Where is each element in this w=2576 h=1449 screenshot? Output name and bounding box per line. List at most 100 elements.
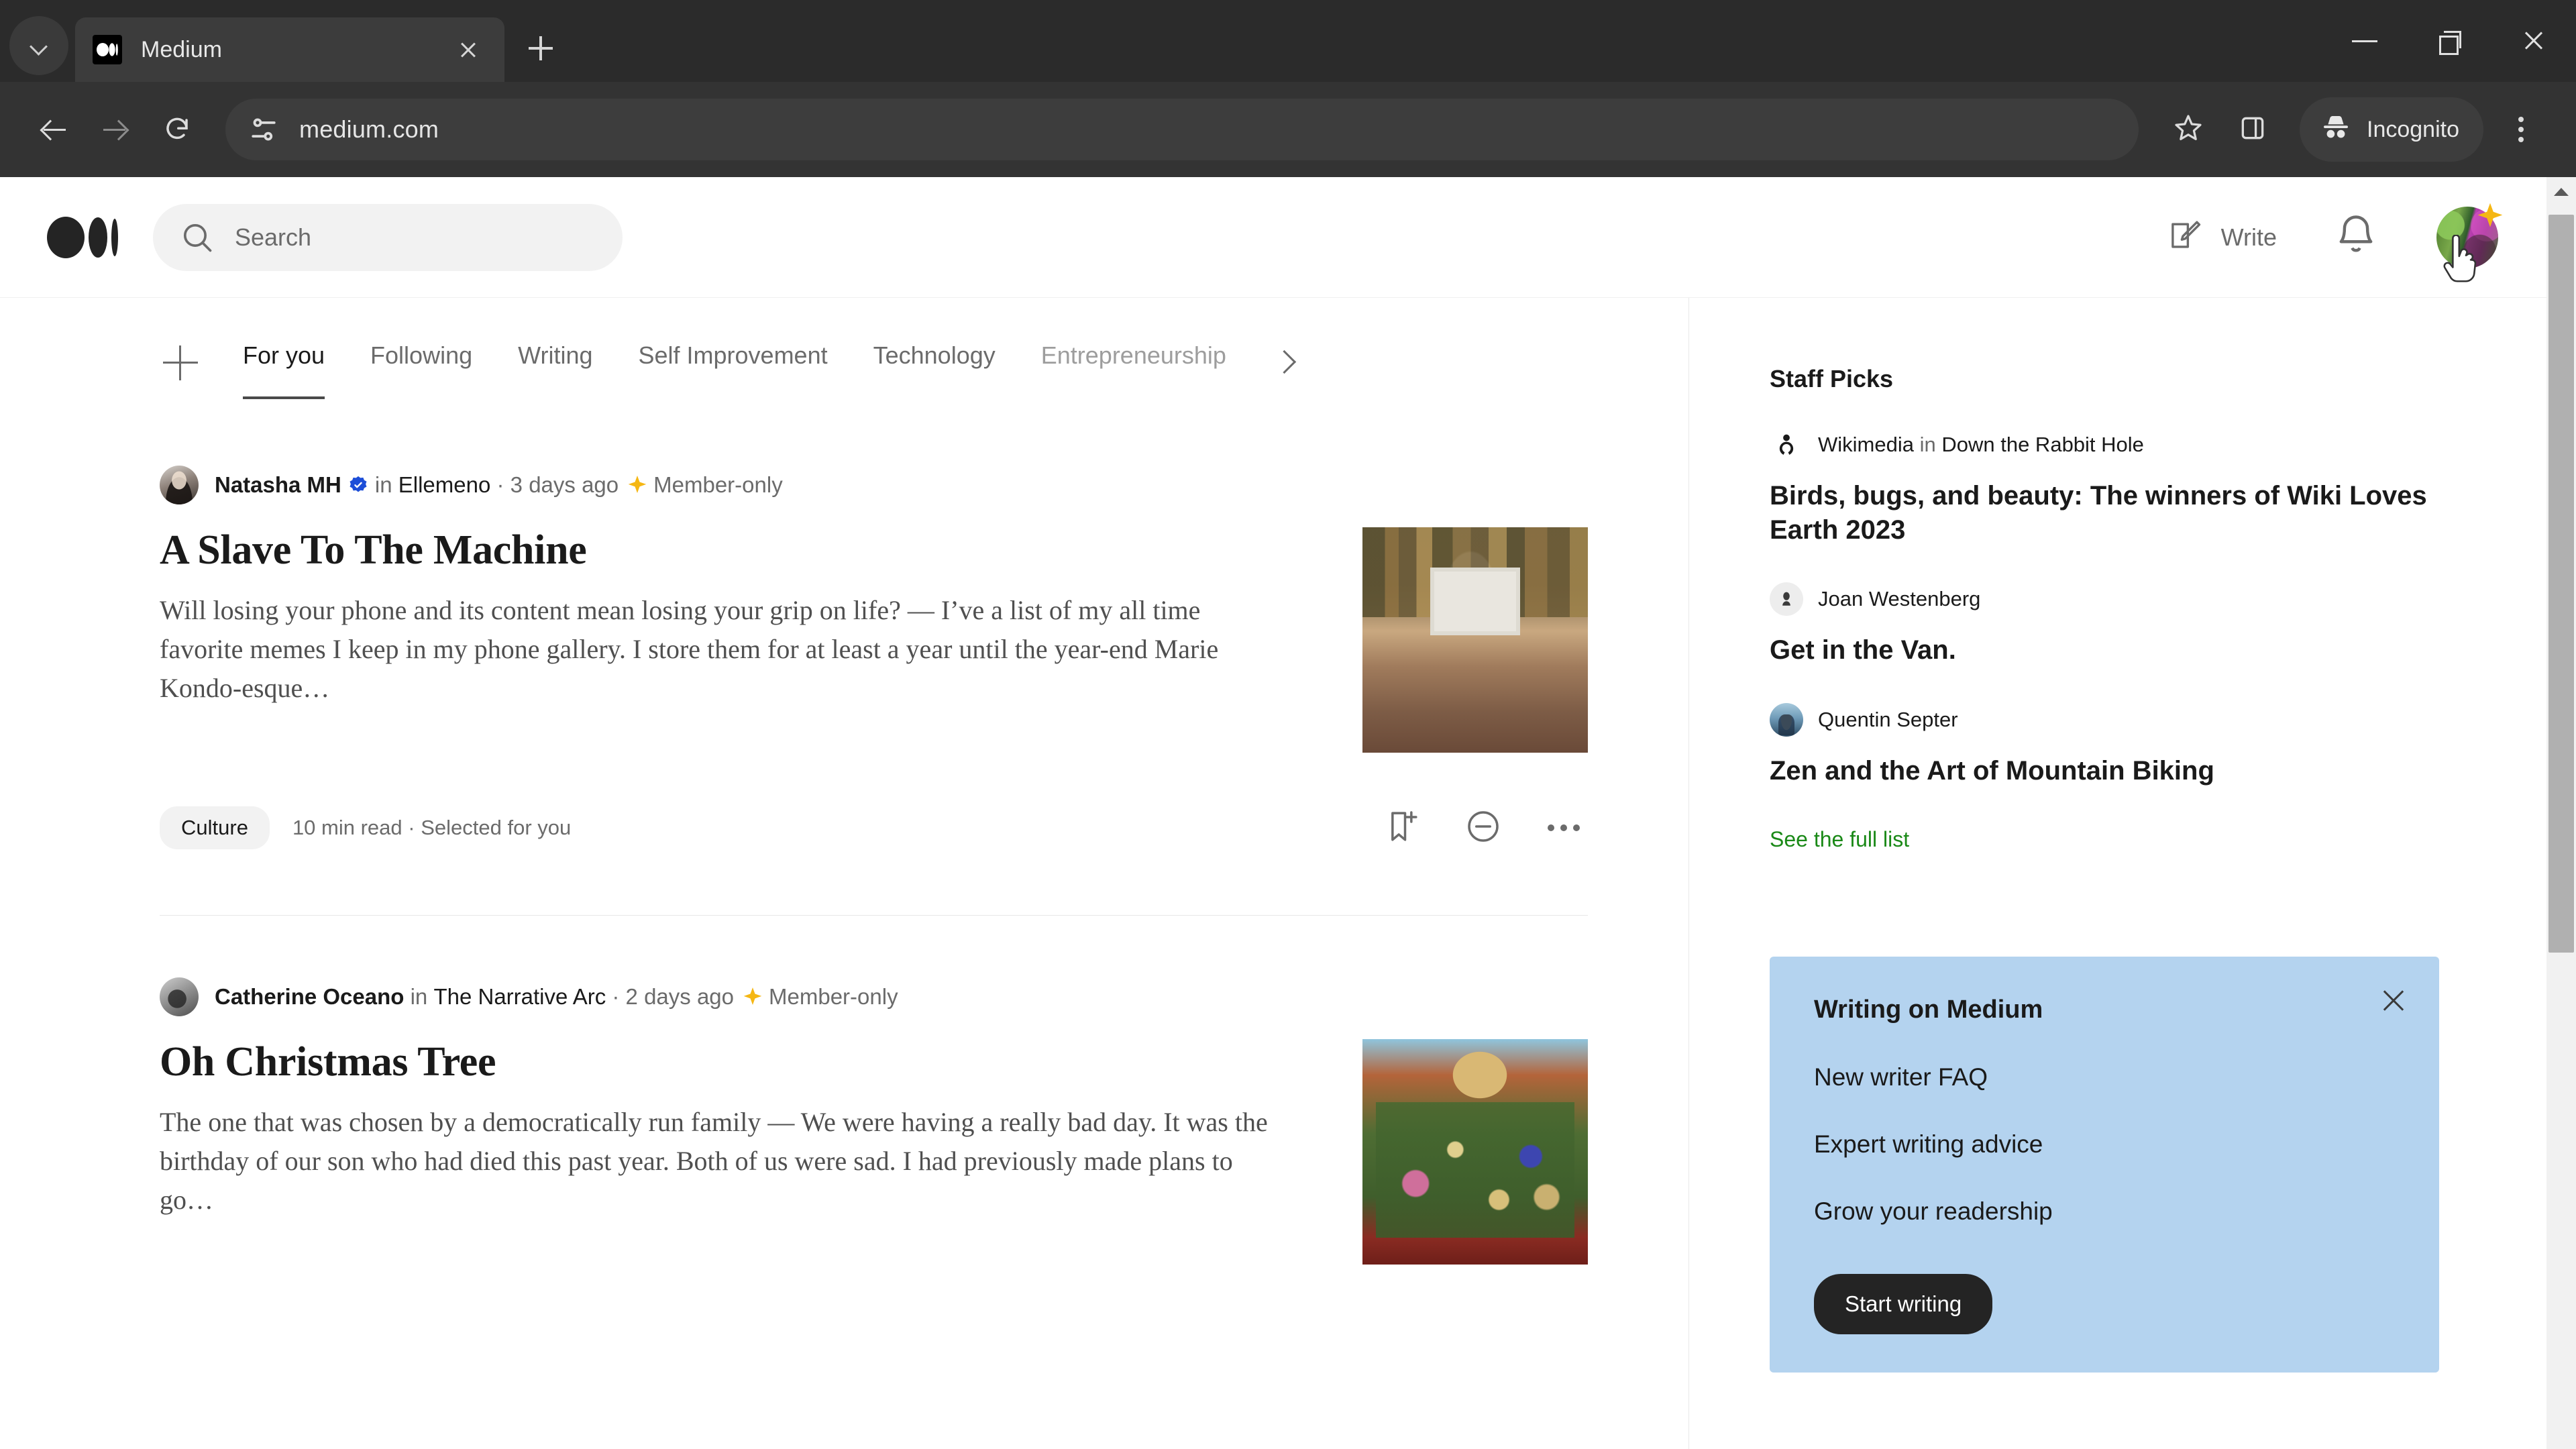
- tab-technology[interactable]: Technology: [873, 341, 996, 384]
- notifications-button[interactable]: [2330, 211, 2384, 264]
- article-excerpt: Will losing your phone and its content m…: [160, 595, 1219, 704]
- browser-tab-title: Medium: [141, 36, 222, 62]
- page-scrollbar[interactable]: [2546, 177, 2576, 1449]
- see-full-list-link[interactable]: See the full list: [1770, 827, 1909, 852]
- page-viewport: Search Write For you Following Writing S…: [0, 177, 2576, 1449]
- tune-settings-icon[interactable]: [246, 111, 282, 148]
- pick-title[interactable]: Get in the Van.: [1770, 633, 2439, 667]
- article-tag[interactable]: Culture: [160, 806, 270, 849]
- author-name[interactable]: Catherine Oceano: [215, 984, 404, 1009]
- article-text: Oh Christmas Tree The one that was chose…: [160, 1039, 1362, 1265]
- reload-button[interactable]: [146, 99, 208, 160]
- minus-circle-icon: [1464, 808, 1502, 849]
- member-star-icon: [627, 474, 648, 496]
- page-scroll-area: For you Following Writing Self Improveme…: [0, 298, 2546, 1449]
- user-avatar-button[interactable]: [2436, 203, 2503, 282]
- hide-story-button[interactable]: [1459, 804, 1507, 852]
- incognito-indicator[interactable]: Incognito: [2300, 97, 2483, 162]
- start-writing-button[interactable]: Start writing: [1814, 1273, 1993, 1334]
- forward-button[interactable]: [85, 99, 146, 160]
- back-button[interactable]: [23, 99, 85, 160]
- member-only-label: Member-only: [769, 984, 898, 1009]
- article-excerpt: The one that was chosen by a democratica…: [160, 1107, 1268, 1216]
- pick-author[interactable]: Wikimedia: [1818, 433, 1914, 456]
- staff-pick-item[interactable]: Wikimedia in Down the Rabbit Hole Birds,…: [1770, 428, 2439, 547]
- author-avatar[interactable]: [160, 977, 199, 1016]
- pick-title[interactable]: Zen and the Art of Mountain Biking: [1770, 754, 2439, 788]
- author-name[interactable]: Natasha MH: [215, 472, 341, 497]
- joan-avatar[interactable]: [1770, 582, 1803, 616]
- article-text: A Slave To The Machine Will losing your …: [160, 527, 1362, 753]
- publication-name[interactable]: Ellemeno: [398, 472, 491, 497]
- new-tab-button[interactable]: [517, 24, 565, 72]
- close-icon[interactable]: [2377, 985, 2410, 1017]
- reload-icon: [163, 115, 191, 144]
- search-placeholder: Search: [235, 223, 312, 251]
- feed-tabs: For you Following Writing Self Improveme…: [160, 298, 1588, 404]
- chevron-down-icon: [30, 37, 48, 54]
- add-topic-button[interactable]: [160, 342, 201, 384]
- in-word: in: [410, 984, 428, 1009]
- pick-author[interactable]: Quentin Septer: [1818, 708, 1958, 731]
- more-options-button[interactable]: [1540, 804, 1588, 852]
- publish-date: 2 days ago: [625, 984, 735, 1009]
- browser-tab-strip: Medium: [0, 0, 2576, 82]
- sparkle-icon: [2475, 201, 2505, 231]
- promo-link-new-writer-faq[interactable]: New writer FAQ: [1814, 1063, 2395, 1091]
- article-title[interactable]: Oh Christmas Tree: [160, 1039, 1269, 1085]
- recommend-reason: Selected for you: [421, 816, 572, 839]
- maximize-button[interactable]: [2407, 0, 2491, 82]
- browser-menu-button[interactable]: [2489, 97, 2553, 162]
- tab-search-button[interactable]: [9, 16, 68, 75]
- in-word: in: [1919, 433, 1936, 456]
- verified-badge-icon: [348, 475, 368, 495]
- promo-link-expert-writing-advice[interactable]: Expert writing advice: [1814, 1130, 2395, 1159]
- article-byline: Catherine Oceano in The Narrative Arc · …: [160, 977, 1588, 1016]
- writing-promo-card: Writing on Medium New writer FAQ Expert …: [1770, 956, 2439, 1373]
- article-card[interactable]: Catherine Oceano in The Narrative Arc · …: [160, 916, 1588, 1265]
- quentin-avatar[interactable]: [1770, 702, 1803, 737]
- staff-pick-item[interactable]: Quentin Septer Zen and the Art of Mounta…: [1770, 702, 2439, 788]
- pick-author[interactable]: Joan Westenberg: [1818, 587, 1980, 610]
- address-bar-url: medium.com: [299, 115, 439, 143]
- article-thumbnail[interactable]: [1362, 1039, 1588, 1265]
- bookmark-button[interactable]: [2156, 97, 2220, 162]
- scroll-up-button[interactable]: [2546, 177, 2576, 207]
- staff-pick-item[interactable]: Joan Westenberg Get in the Van.: [1770, 582, 2439, 667]
- wikimedia-logo-icon[interactable]: [1770, 428, 1803, 462]
- browser-tab[interactable]: Medium: [75, 17, 504, 82]
- tab-entrepreneurship[interactable]: Entrepreneurship: [1041, 341, 1226, 384]
- article-thumbnail[interactable]: [1362, 527, 1588, 753]
- promo-title: Writing on Medium: [1814, 995, 2043, 1024]
- tab-for-you[interactable]: For you: [243, 341, 325, 399]
- side-panel-button[interactable]: [2220, 97, 2285, 162]
- address-bar[interactable]: medium.com: [225, 99, 2139, 160]
- article-footer: Culture 10 min read · Selected for you: [160, 804, 1588, 852]
- publication-name[interactable]: The Narrative Arc: [433, 984, 606, 1009]
- close-icon[interactable]: [449, 31, 487, 68]
- pick-byline: Wikimedia in Down the Rabbit Hole: [1818, 433, 2144, 457]
- pick-byline-row: Quentin Septer: [1770, 702, 2439, 737]
- search-input[interactable]: Search: [153, 203, 623, 271]
- article-card[interactable]: Natasha MH in Ellemeno · 3 days ago Memb…: [160, 404, 1588, 916]
- tab-self-improvement[interactable]: Self Improvement: [638, 341, 827, 384]
- article-title[interactable]: A Slave To The Machine: [160, 527, 1269, 574]
- pick-publication[interactable]: Down the Rabbit Hole: [1941, 433, 2144, 456]
- pick-byline: Joan Westenberg: [1818, 587, 1980, 611]
- tab-writing[interactable]: Writing: [518, 341, 592, 384]
- medium-wordmark-icon[interactable]: [47, 216, 121, 259]
- minimize-button[interactable]: [2322, 0, 2407, 82]
- in-word: in: [374, 472, 392, 497]
- scrollbar-thumb[interactable]: [2548, 215, 2574, 953]
- chevron-right-icon[interactable]: [1272, 350, 1299, 376]
- tab-following[interactable]: Following: [370, 341, 472, 384]
- write-button[interactable]: Write: [2167, 217, 2277, 257]
- byline-text: Natasha MH in Ellemeno · 3 days ago Memb…: [215, 472, 783, 498]
- pick-title[interactable]: Birds, bugs, and beauty: The winners of …: [1770, 479, 2439, 547]
- promo-link-grow-your-readership[interactable]: Grow your readership: [1814, 1197, 2395, 1226]
- publish-date: 3 days ago: [510, 472, 619, 497]
- author-avatar[interactable]: [160, 466, 199, 504]
- close-window-button[interactable]: [2491, 0, 2576, 82]
- save-to-list-button[interactable]: [1379, 804, 1427, 852]
- site-header: Search Write: [0, 177, 2546, 298]
